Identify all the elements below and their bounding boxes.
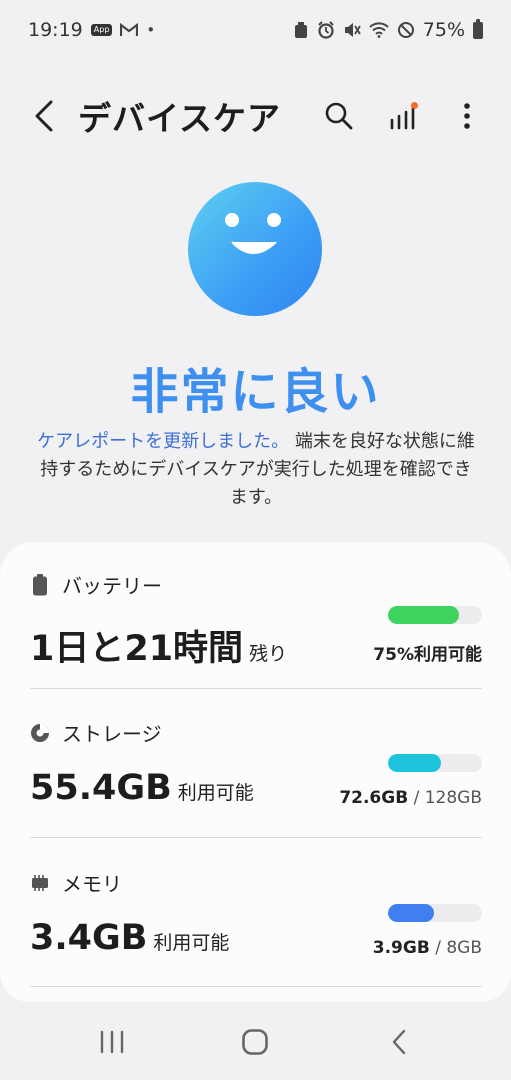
home-button[interactable] [225, 1012, 285, 1072]
battery-section[interactable]: バッテリー 1日と21時間 残り 75%利用可能 [30, 570, 482, 682]
storage-bar [388, 754, 482, 772]
status-card: バッテリー 1日と21時間 残り 75%利用可能 ストレージ 55.4GB 利用可能… [0, 542, 511, 1002]
battery-remaining: 1日と21時間 残り [30, 620, 287, 671]
gmail-icon [120, 23, 139, 37]
memory-bar-fill [388, 904, 434, 922]
smiley-face-icon [188, 182, 322, 316]
storage-section[interactable]: ストレージ 55.4GB 利用可能 72.6GB / 128GB [30, 718, 482, 830]
mute-icon [343, 21, 361, 39]
nav-back-icon [392, 1029, 406, 1055]
storage-available-value: 55.4GB [30, 768, 172, 808]
recents-button[interactable] [82, 1012, 142, 1072]
status-time: 19:19 [28, 19, 83, 41]
battery-remaining-value: 1日と21時間 [30, 629, 244, 669]
storage-usage: 72.6GB / 128GB [339, 788, 482, 808]
navigation-bar [0, 1004, 511, 1080]
back-button[interactable] [24, 96, 64, 136]
back-chevron-icon [35, 100, 53, 132]
battery-icon [473, 18, 483, 39]
status-right: 75% [293, 18, 483, 41]
battery-remaining-suffix: 残り [249, 643, 288, 665]
home-icon [242, 1029, 269, 1055]
battery-bar [388, 606, 482, 624]
memory-used: 3.9GB [372, 938, 430, 958]
pie-chart-icon [30, 722, 50, 744]
memory-bar [388, 904, 482, 922]
divider [30, 986, 482, 987]
memory-available-value: 3.4GB [30, 918, 148, 958]
more-notifications-dot-icon: • [146, 21, 156, 39]
storage-bar-fill [388, 754, 442, 772]
memory-available-suffix: 利用可能 [153, 932, 230, 954]
recents-icon [100, 1030, 124, 1054]
nav-back-button[interactable] [369, 1012, 429, 1072]
app-actions [319, 96, 487, 136]
device-status-headline: 非常に良い [130, 364, 381, 420]
care-report-link[interactable]: ケアレポートを更新しました。 [37, 431, 289, 452]
app-notification-icon: App [90, 24, 113, 36]
memory-section[interactable]: メモリ 3.4GB 利用可能 3.9GB / 8GB [30, 868, 482, 980]
memory-chip-icon [30, 872, 50, 894]
page-title: デバイスケア [78, 99, 282, 138]
status-left: 19:19 App • [28, 19, 155, 41]
recycle-icon [293, 21, 309, 39]
care-report-description: ケアレポートを更新しました。 端末を良好な状態に維持するためにデバイスケアが実行… [36, 428, 476, 512]
storage-total: / 128GB [413, 788, 482, 808]
storage-available-suffix: 利用可能 [177, 782, 254, 804]
app-bar: デバイスケア [0, 80, 511, 152]
more-vertical-icon [464, 103, 470, 129]
battery-percent: 75% [422, 19, 465, 41]
status-bar: 19:19 App • 75% [0, 0, 511, 60]
memory-header: メモリ [30, 868, 482, 897]
battery-label: バッテリー [62, 574, 162, 598]
divider [30, 688, 482, 689]
alarm-icon [317, 21, 335, 39]
search-button[interactable] [319, 96, 359, 136]
divider [30, 837, 482, 838]
storage-label: ストレージ [62, 722, 162, 746]
memory-usage: 3.9GB / 8GB [373, 938, 482, 958]
memory-label: メモリ [62, 872, 122, 896]
storage-header: ストレージ [30, 718, 482, 747]
storage-available: 55.4GB 利用可能 [30, 768, 254, 808]
battery-usage-value: 75%利用可能 [373, 645, 482, 665]
storage-used: 72.6GB [339, 788, 409, 808]
stats-button[interactable] [383, 96, 423, 136]
battery-bar-fill [388, 606, 459, 624]
memory-total: / 8GB [435, 938, 482, 958]
memory-available: 3.4GB 利用可能 [30, 918, 229, 958]
battery-usage: 75%利用可能 [373, 640, 482, 665]
search-icon [325, 102, 353, 130]
app-badge-label: App [90, 24, 113, 36]
more-options-button[interactable] [447, 96, 487, 136]
wifi-icon [369, 22, 389, 38]
battery-header: バッテリー [30, 570, 482, 599]
do-not-disturb-icon [397, 21, 415, 39]
notification-dot [411, 102, 418, 109]
battery-icon [30, 573, 50, 596]
